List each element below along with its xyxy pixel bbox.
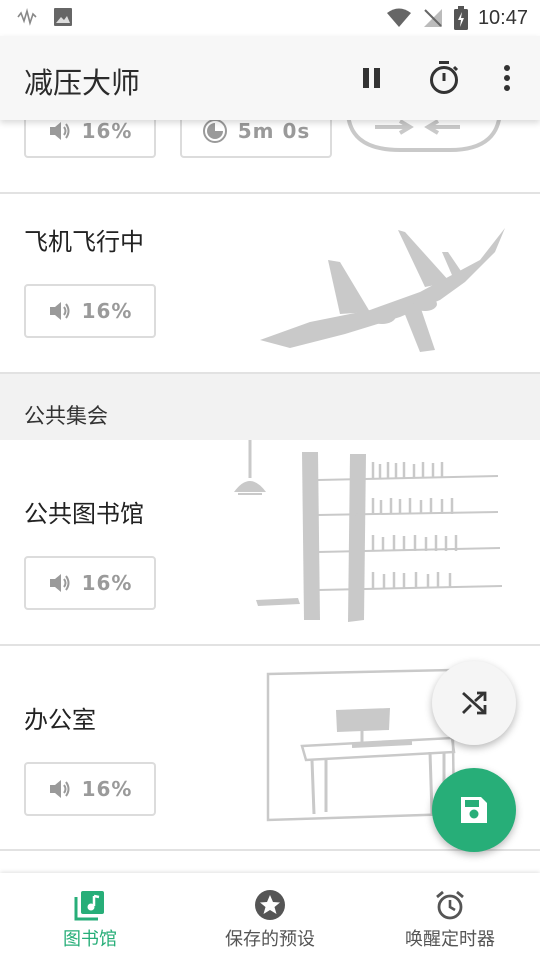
sound-name: 公共图书馆 (24, 500, 144, 528)
timer-button[interactable] (422, 56, 466, 100)
airplane-illustration (260, 228, 505, 352)
image-notification-icon (54, 8, 72, 26)
more-options-button[interactable] (485, 56, 529, 100)
volume-button[interactable]: 16% (24, 120, 156, 158)
nav-library[interactable]: 图书馆 (0, 873, 180, 960)
save-preset-button[interactable] (432, 768, 516, 852)
volume-icon (49, 780, 70, 798)
volume-icon (49, 302, 70, 320)
sound-card-library[interactable]: 公共图书馆 16% (0, 440, 540, 646)
shuffle-icon (462, 691, 487, 715)
pause-button[interactable] (350, 56, 394, 100)
section-title: 公共集会 (24, 404, 108, 428)
battery-icon (453, 6, 468, 30)
bottom-navigation: 图书馆 保存的预设 唤醒定时器 (0, 873, 540, 960)
card-illustration (346, 120, 501, 152)
sound-wave-notification-icon (17, 7, 37, 26)
volume-button[interactable]: 16% (24, 284, 156, 338)
shuffle-button[interactable] (432, 661, 516, 745)
nav-label-wake-timer: 唤醒定时器 (405, 929, 495, 950)
volume-value: 16% (81, 299, 133, 323)
sound-name: 飞机飞行中 (24, 228, 144, 256)
sound-card-partial[interactable]: 16% 5m 0s (0, 120, 540, 194)
wifi-icon (386, 8, 411, 27)
sound-name: 办公室 (24, 706, 96, 734)
nav-label-saved-presets: 保存的预设 (225, 929, 315, 950)
stopwatch-icon (430, 61, 459, 94)
alarm-icon (436, 890, 464, 920)
volume-button[interactable]: 16% (24, 556, 156, 610)
status-bar: 10:47 (0, 0, 540, 36)
timer-value: 5m 0s (237, 120, 311, 143)
volume-value: 16% (81, 777, 133, 801)
app-bar: 减压大师 (0, 36, 540, 120)
star-icon (255, 890, 285, 920)
library-illustration (234, 440, 503, 622)
volume-value: 16% (81, 571, 133, 595)
more-vert-icon (504, 65, 510, 91)
library-music-icon (74, 891, 104, 921)
pause-icon (363, 68, 380, 88)
nav-saved-presets[interactable]: 保存的预设 (180, 873, 360, 960)
volume-icon (49, 122, 70, 140)
timer-setting-button[interactable]: 5m 0s (180, 120, 332, 158)
save-icon (461, 797, 487, 823)
clock-time: 10:47 (477, 6, 528, 29)
volume-value: 16% (81, 120, 133, 143)
volume-icon (49, 574, 70, 592)
nav-label-library: 图书馆 (63, 929, 117, 950)
app-title: 减压大师 (24, 66, 141, 100)
volume-button[interactable]: 16% (24, 762, 156, 816)
nav-wake-timer[interactable]: 唤醒定时器 (360, 873, 540, 960)
sound-card-airplane[interactable]: 飞机飞行中 16% (0, 194, 540, 374)
section-header: 公共集会 (0, 374, 540, 442)
timer-pie-icon (202, 120, 227, 143)
no-signal-icon (423, 9, 442, 27)
